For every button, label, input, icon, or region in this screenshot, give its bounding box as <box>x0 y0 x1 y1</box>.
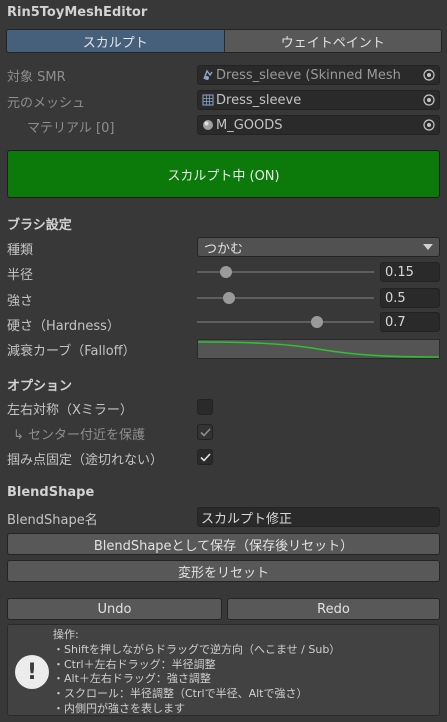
source-mesh-label: 元のメッシュ <box>7 96 86 111</box>
object-picker-icon[interactable] <box>419 66 439 84</box>
help-box: ! 操作: ・Shiftを押しながらドラッグで逆方向（へこませ / Sub） ・… <box>7 624 440 716</box>
reset-deform-button[interactable]: 変形をリセット <box>7 560 440 582</box>
strength-label: 強さ <box>7 294 34 309</box>
object-picker-icon[interactable] <box>419 116 439 134</box>
target-smr-field[interactable]: Dress_sleeve (Skinned Mesh <box>197 65 440 85</box>
hardness-slider[interactable] <box>197 321 374 323</box>
help-text: 操作: ・Shiftを押しながらドラッグで逆方向（へこませ / Sub） ・Ct… <box>53 628 340 717</box>
checkmark-icon <box>199 427 211 437</box>
brush-type-value: つかむ <box>204 241 244 257</box>
help-line: ・Ctrl＋左右ドラッグ：半径調整 <box>53 657 216 671</box>
brush-type-dropdown[interactable]: つかむ <box>197 237 440 257</box>
mesh-grid-icon <box>201 94 214 107</box>
object-picker-icon[interactable] <box>419 91 439 109</box>
checkmark-icon <box>199 452 211 462</box>
blendshape-name-input[interactable]: スカルプト修正 <box>197 507 440 527</box>
help-line: ・Shiftを押しながらドラッグで逆方向（へこませ / Sub） <box>53 642 341 656</box>
radius-value-field[interactable]: 0.15 <box>380 262 440 282</box>
undo-button[interactable]: Undo <box>7 598 222 620</box>
material-value: M_GOODS <box>216 117 283 133</box>
source-mesh-field[interactable]: Dress_sleeve <box>197 90 440 110</box>
redo-button[interactable]: Redo <box>227 598 440 620</box>
protect-center-label: ↳ センター付近を保護 <box>13 428 146 443</box>
radius-slider-handle[interactable] <box>220 266 232 278</box>
hardness-slider-handle[interactable] <box>311 316 323 328</box>
help-line: ・Alt＋左右ドラッグ：強さ調整 <box>53 672 211 686</box>
mode-tabs: スカルプト ウェイトペイント <box>6 29 442 53</box>
hardness-value-field[interactable]: 0.7 <box>380 312 440 332</box>
skinned-mesh-icon <box>201 69 214 82</box>
blendshape-name-label: BlendShape名 <box>7 513 98 528</box>
protect-center-checkbox[interactable] <box>197 424 213 440</box>
hardness-label: 硬さ（Hardness） <box>7 319 120 334</box>
radius-label: 半径 <box>7 268 34 283</box>
brush-type-label: 種類 <box>7 243 34 258</box>
falloff-curve-field[interactable] <box>197 339 440 359</box>
material-sphere-icon <box>201 119 214 132</box>
help-line: ・スクロール：半径調整（Ctrlで半径、Altで強さ） <box>53 687 308 701</box>
strength-value-field[interactable]: 0.5 <box>380 288 440 308</box>
options-header: オプション <box>7 379 73 394</box>
sculpt-toggle-button[interactable]: スカルプト中 (ON) <box>7 150 440 198</box>
target-smr-label: 対象 SMR <box>7 70 66 85</box>
mirror-label: 左右対称（Xミラー） <box>7 403 133 418</box>
target-smr-value: Dress_sleeve (Skinned Mesh <box>216 67 401 83</box>
dropdown-arrow-icon <box>423 244 433 250</box>
window-title: Rin5ToyMeshEditor <box>7 5 148 20</box>
source-mesh-value: Dress_sleeve <box>216 92 302 108</box>
info-exclamation-icon: ! <box>15 655 49 689</box>
blendshape-header: BlendShape <box>7 485 95 500</box>
material-label: マテリアル [0] <box>27 121 115 136</box>
brush-settings-header: ブラシ設定 <box>7 218 72 233</box>
strength-slider-handle[interactable] <box>223 292 235 304</box>
help-line: 操作: <box>53 628 79 641</box>
falloff-label: 減衰カーブ（Falloff） <box>7 344 136 359</box>
mirror-checkbox[interactable] <box>197 399 213 415</box>
material-field[interactable]: M_GOODS <box>197 115 440 135</box>
tab-weight-paint[interactable]: ウェイトペイント <box>223 30 441 52</box>
help-line: ・内側円が強さを表します <box>53 701 185 715</box>
tab-sculpt[interactable]: スカルプト <box>7 30 224 52</box>
fix-grab-label: 掴み点固定（途切れない） <box>7 453 164 468</box>
save-blendshape-button[interactable]: BlendShapeとして保存（保存後リセット） <box>7 533 440 555</box>
fix-grab-checkbox[interactable] <box>197 449 213 465</box>
